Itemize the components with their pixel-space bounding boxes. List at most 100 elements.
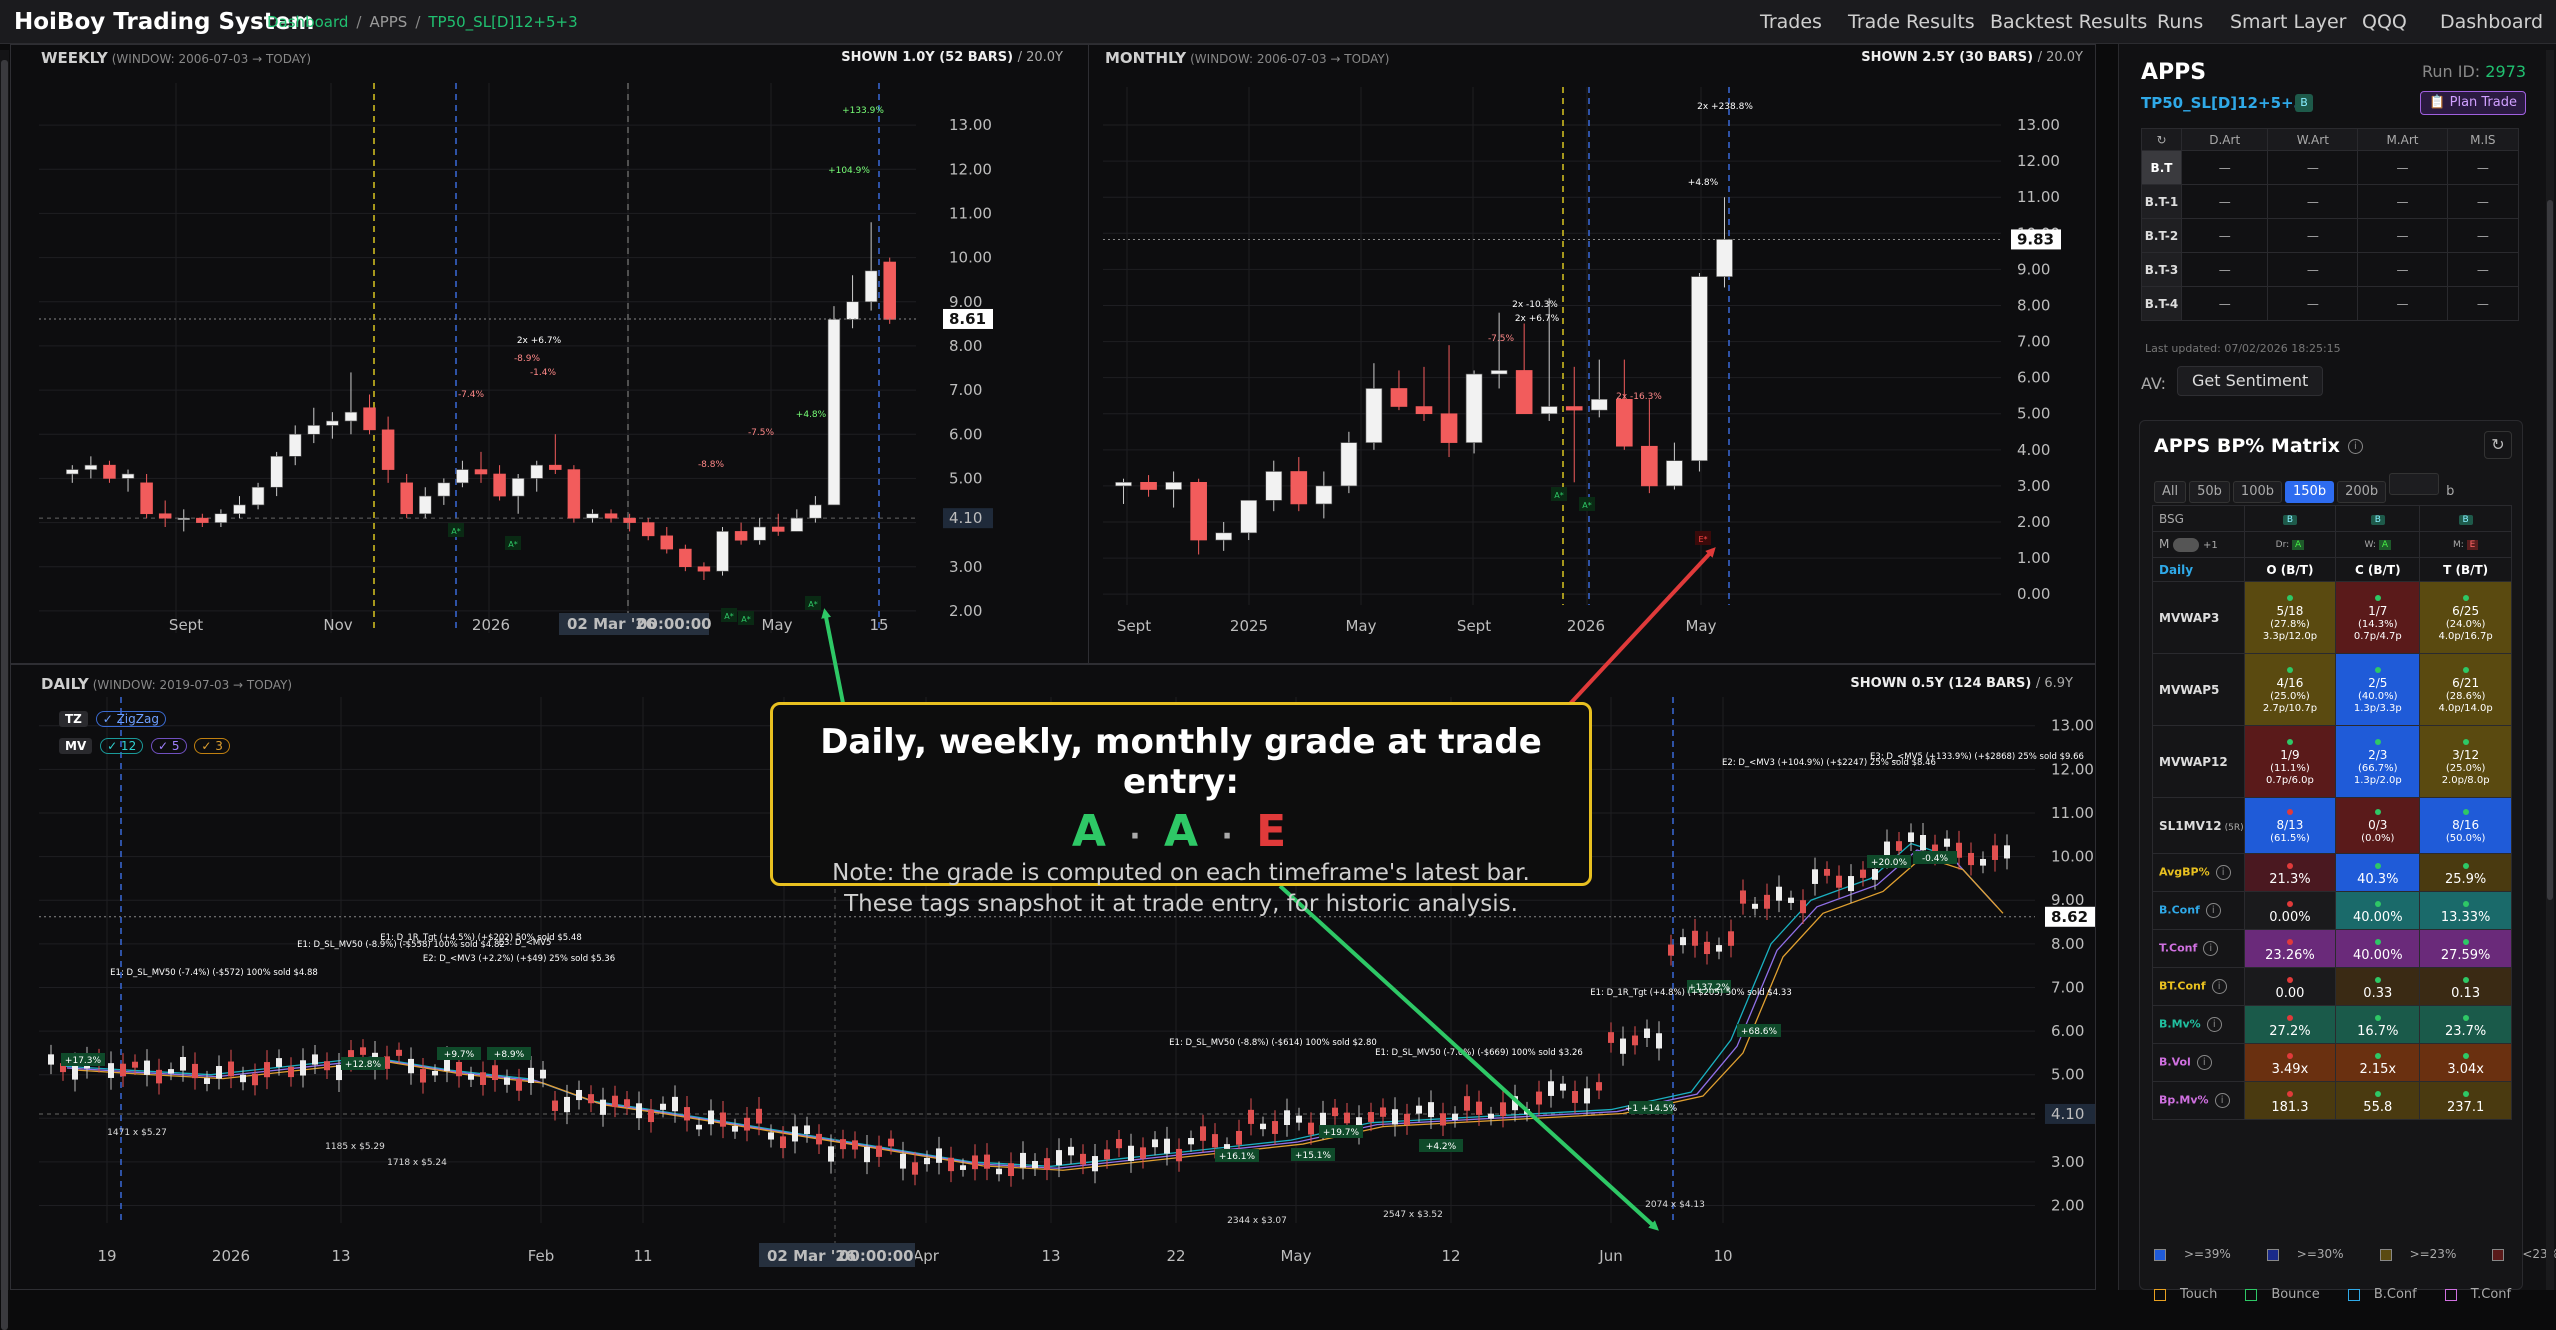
trade-annotation: 2x -10.3% bbox=[1512, 300, 1558, 310]
candle-body bbox=[1056, 1150, 1062, 1166]
candle-body bbox=[636, 1103, 642, 1119]
breadcrumb: Dashboard / APPS / TP50_SL[D]12+5+3 bbox=[267, 13, 578, 31]
mv12-toggle[interactable]: ✓ 12 bbox=[100, 738, 144, 754]
refresh-icon[interactable]: ↻ bbox=[2484, 431, 2512, 459]
matrix-cell[interactable]: 6/25 (24.0%) 4.0p/16.7p bbox=[2419, 581, 2512, 654]
info-icon[interactable]: i bbox=[2206, 1017, 2222, 1032]
matrix-cell[interactable]: 0/3 (0.0%) bbox=[2335, 797, 2421, 854]
grade-w-value: A bbox=[2378, 539, 2391, 550]
candle-body bbox=[1692, 930, 1698, 946]
info-icon[interactable]: i bbox=[2347, 439, 2363, 454]
matrix-cell[interactable]: 5/18 (27.8%) 3.3p/12.0p bbox=[2243, 581, 2337, 654]
daily-row-label[interactable]: Daily bbox=[2152, 557, 2245, 582]
tz-tag[interactable]: TZ bbox=[59, 711, 88, 727]
candle-body bbox=[1740, 890, 1746, 904]
plan-trade-button[interactable]: 📋 Plan Trade bbox=[2420, 91, 2526, 115]
left-scrollbar[interactable] bbox=[0, 50, 9, 1330]
candle-body bbox=[1572, 1091, 1578, 1103]
nav-backtest-results[interactable]: Backtest Results bbox=[1990, 11, 2147, 33]
zigzag-toggle[interactable]: ✓ ZigZag bbox=[95, 711, 166, 727]
status-dot bbox=[2462, 594, 2469, 601]
candle-body bbox=[996, 1168, 1002, 1175]
matrix-cell[interactable]: 1/9 (11.1%) 0.7p/6.0p bbox=[2243, 725, 2337, 798]
right-scrollbar[interactable] bbox=[2546, 50, 2554, 1290]
monthly-panel: MONTHLY (WINDOW: 2006-07-03 → TODAY) SHOW… bbox=[1088, 44, 2096, 664]
tab-50b[interactable]: 50b bbox=[2189, 481, 2230, 503]
tab-200b[interactable]: 200b bbox=[2337, 481, 2387, 503]
scroll-thumb[interactable] bbox=[1, 60, 8, 1330]
info-icon[interactable]: i bbox=[2203, 941, 2219, 956]
candle-body bbox=[696, 1124, 702, 1130]
info-icon[interactable]: i bbox=[2196, 1055, 2212, 1070]
info-icon[interactable]: i bbox=[2205, 903, 2221, 918]
bars-input[interactable] bbox=[2389, 473, 2440, 495]
art-cell: — bbox=[2446, 184, 2520, 219]
tab-150b[interactable]: 150b bbox=[2285, 481, 2335, 503]
tab-100b[interactable]: 100b bbox=[2232, 481, 2282, 503]
status-dot bbox=[2286, 1090, 2293, 1097]
x-tick-label: 2026 bbox=[1567, 617, 1605, 635]
x-tick-label: Sept bbox=[1117, 617, 1151, 635]
run-id-label: Run ID: bbox=[2421, 62, 2481, 81]
candle-body bbox=[1716, 239, 1733, 277]
monthly-chart[interactable]: 0.00 1.00 2.00 3.00 4.00 5.00 6.00 7.00 8.00 9.00… bbox=[1089, 45, 2097, 665]
candle-body bbox=[456, 469, 469, 484]
bsg-badge: B bbox=[2370, 515, 2385, 525]
matrix-cell[interactable]: 2/5 (40.0%) 1.3p/3.3p bbox=[2335, 653, 2421, 726]
run-id-value[interactable]: 2973 bbox=[2485, 62, 2526, 81]
grade-m-label: M bbox=[2452, 539, 2461, 550]
crumb-dashboard[interactable]: Dashboard bbox=[267, 13, 348, 31]
nav-runs[interactable]: Runs bbox=[2157, 11, 2203, 33]
strategy-name[interactable]: TP50_SL[D]12+5+3 bbox=[2141, 94, 2304, 112]
info-icon[interactable]: i bbox=[2214, 1093, 2230, 1108]
crumb-apps[interactable]: APPS bbox=[369, 13, 407, 31]
info-icon[interactable]: i bbox=[2211, 979, 2227, 994]
candle-body bbox=[876, 1145, 882, 1157]
candle-body bbox=[1512, 1096, 1518, 1111]
nav-dashboard[interactable]: Dashboard bbox=[2440, 11, 2543, 33]
info-icon[interactable]: i bbox=[2215, 865, 2231, 880]
col-m-is: M.IS bbox=[2446, 128, 2520, 151]
crumb-strategy[interactable]: TP50_SL[D]12+5+3 bbox=[428, 13, 577, 31]
candle-body bbox=[288, 433, 302, 457]
pct-badge-text: +9.7% bbox=[444, 1050, 475, 1060]
stat-cell: 23.7% bbox=[2419, 1005, 2512, 1044]
mv3-toggle[interactable]: ✓ 3 bbox=[194, 738, 230, 754]
nav-trade-results[interactable]: Trade Results bbox=[1848, 11, 1975, 33]
nav-qqq[interactable]: QQQ bbox=[2362, 11, 2407, 33]
candle-body bbox=[641, 522, 655, 537]
stat-cell: 0.13 bbox=[2419, 967, 2512, 1006]
tab-all[interactable]: All bbox=[2154, 481, 2187, 503]
candle-body bbox=[948, 1157, 954, 1172]
cell-pct: (25.0%) bbox=[2270, 690, 2310, 702]
status-dot bbox=[2374, 738, 2381, 745]
stat-row: BT.Conf i 0.00 0.33 0.13 bbox=[2152, 967, 2512, 1006]
mv-tag[interactable]: MV bbox=[59, 738, 93, 754]
weekly-panel: WEEKLY (WINDOW: 2006-07-03 → TODAY) SHOWN… bbox=[10, 44, 1090, 664]
stat-row-label: AvgBP% i bbox=[2152, 853, 2245, 892]
stat-value: 27.2% bbox=[2269, 1023, 2311, 1039]
nav-smart-layer[interactable]: Smart Layer bbox=[2230, 11, 2347, 33]
tz-toolbar: TZ ✓ ZigZag bbox=[59, 711, 166, 727]
matrix-cell[interactable]: 4/16 (25.0%) 2.7p/10.7p bbox=[2243, 653, 2337, 726]
weekly-chart[interactable]: 2.003.004.005.006.007.008.009.0010.0011.… bbox=[11, 45, 1091, 665]
m-toggle[interactable] bbox=[2173, 537, 2200, 552]
get-sentiment-button[interactable]: Get Sentiment bbox=[2177, 366, 2324, 396]
matrix-cell[interactable]: 2/3 (66.7%) 1.3p/2.0p bbox=[2335, 725, 2421, 798]
matrix-row: SL1MV12 (5R) 8/13 (61.5%) 0/3 (0.0%) 8/16 (50.0… bbox=[2152, 797, 2512, 854]
trade-annotation: -8.8% bbox=[698, 460, 725, 470]
matrix-cell[interactable]: 8/13 (61.5%) bbox=[2243, 797, 2337, 854]
y-tick-label: 5.00 bbox=[949, 469, 982, 487]
matrix-cell[interactable]: 3/12 (25.0%) 2.0p/8.0p bbox=[2419, 725, 2512, 798]
matrix-cell[interactable]: 1/7 (14.3%) 0.7p/4.7p bbox=[2335, 581, 2421, 654]
refresh-icon[interactable]: ↻ bbox=[2141, 128, 2182, 151]
scroll-thumb[interactable] bbox=[2547, 200, 2553, 900]
mv5-toggle[interactable]: ✓ 5 bbox=[151, 738, 187, 754]
candle-body bbox=[228, 1061, 234, 1077]
candle-body bbox=[864, 270, 878, 303]
nav-trades[interactable]: Trades bbox=[1760, 11, 1822, 33]
y-tick-label: 5.00 bbox=[2017, 405, 2050, 423]
matrix-cell[interactable]: 6/21 (28.6%) 4.0p/14.0p bbox=[2419, 653, 2512, 726]
matrix-cell[interactable]: 8/16 (50.0%) bbox=[2419, 797, 2512, 854]
stat-cell: 25.9% bbox=[2419, 853, 2512, 892]
